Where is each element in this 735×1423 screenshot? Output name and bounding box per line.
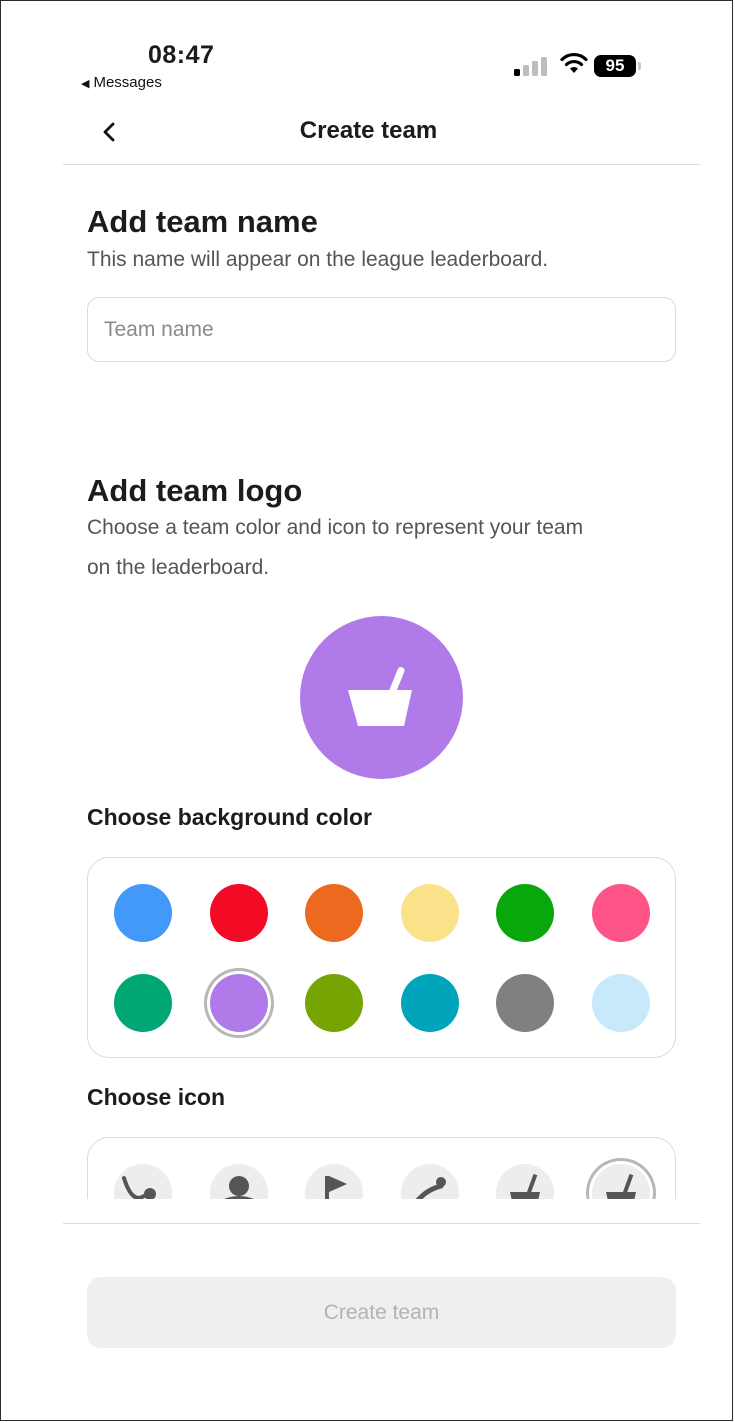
- status-time: 08:47: [148, 41, 215, 69]
- team-logo-preview: [300, 616, 463, 779]
- icon-option[interactable]: [114, 1164, 172, 1199]
- icon-picker-card: [87, 1137, 676, 1199]
- team-logo-subtitle-line1: Choose a team color and icon to represen…: [87, 516, 584, 539]
- footer-divider: [63, 1223, 700, 1224]
- battery-cap: [638, 62, 641, 70]
- flag-icon: [325, 1176, 347, 1199]
- color-swatch[interactable]: [210, 974, 268, 1032]
- header-divider: [63, 164, 700, 165]
- icon-option[interactable]: [401, 1164, 459, 1199]
- mortar-pestle-icon: [606, 1173, 636, 1199]
- color-swatch[interactable]: [305, 884, 363, 942]
- wifi-icon: [560, 52, 588, 73]
- color-swatch[interactable]: [592, 884, 650, 942]
- color-swatch[interactable]: [114, 884, 172, 942]
- team-name-input[interactable]: [87, 297, 676, 362]
- mortar-icon: [510, 1173, 540, 1199]
- team-logo-heading: Add team logo: [87, 473, 303, 508]
- bowling-ball-icon: [224, 1176, 254, 1199]
- color-swatch[interactable]: [592, 974, 650, 1032]
- color-swatch[interactable]: [401, 974, 459, 1032]
- background-color-label: Choose background color: [87, 804, 372, 830]
- battery-level: 95: [594, 55, 636, 77]
- team-name-subtitle: This name will appear on the league lead…: [87, 248, 549, 271]
- page-title: Create team: [299, 117, 438, 144]
- back-triangle-icon: ◀: [81, 78, 90, 90]
- icon-label: Choose icon: [87, 1084, 226, 1110]
- icon-option[interactable]: [592, 1164, 650, 1199]
- team-name-heading: Add team name: [87, 204, 318, 239]
- cellular-signal-icon: [514, 57, 547, 76]
- color-swatch[interactable]: [305, 974, 363, 1032]
- color-swatch[interactable]: [401, 884, 459, 942]
- create-team-button[interactable]: Create team: [87, 1277, 676, 1348]
- color-swatch[interactable]: [496, 884, 554, 942]
- icon-option[interactable]: [210, 1164, 268, 1199]
- icon-picker-scroll[interactable]: [87, 1137, 676, 1199]
- battery-indicator: 95: [594, 54, 641, 78]
- color-swatch[interactable]: [496, 974, 554, 1032]
- color-swatch[interactable]: [114, 974, 172, 1032]
- icon-option[interactable]: [496, 1164, 554, 1199]
- mortar-pestle-icon: [347, 666, 412, 726]
- phone-screen: 08:47 ◀ Messages 95 Create team Add team …: [0, 0, 733, 1421]
- color-swatch[interactable]: [210, 884, 268, 942]
- team-logo-subtitle-line2: on the leaderboard.: [87, 556, 270, 579]
- icon-option[interactable]: [305, 1164, 363, 1199]
- back-app-label: Messages: [93, 74, 162, 91]
- hammer-throw-icon: [415, 1177, 446, 1199]
- color-picker-card: [87, 857, 676, 1058]
- back-to-messages-link[interactable]: ◀ Messages: [81, 74, 162, 91]
- swing-icon: [122, 1176, 156, 1199]
